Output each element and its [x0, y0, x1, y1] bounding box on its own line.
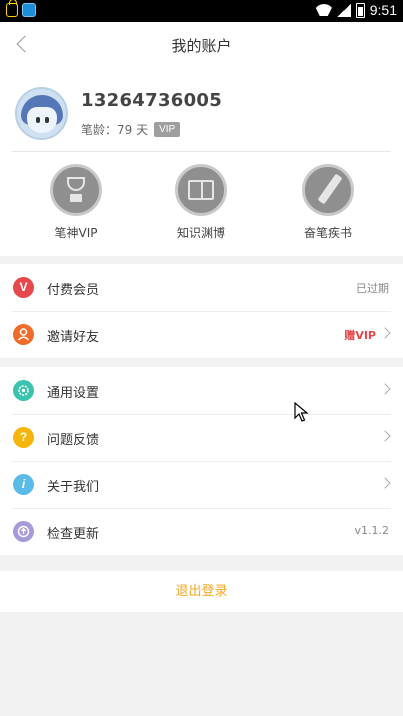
row-label: 关于我们 — [47, 480, 100, 495]
row-label: 付费会员 — [47, 283, 100, 298]
settings-section: 通用设置 ? 问题反馈 i 关于我们 检查更新 v1.1.2 — [0, 367, 403, 555]
chevron-right-icon — [379, 477, 391, 489]
lock-icon — [6, 0, 18, 17]
row-general-settings[interactable]: 通用设置 — [0, 367, 403, 414]
membership-section: V 付费会员 已过期 邀请好友 赠VIP — [0, 264, 403, 358]
person-icon — [13, 324, 34, 345]
page-title: 我的账户 — [171, 37, 232, 55]
achievement-list: 笔神VIP 知识渊博 奋笔疾书 — [0, 164, 403, 244]
row-check-update[interactable]: 检查更新 v1.1.2 — [0, 508, 403, 555]
avatar[interactable] — [15, 87, 68, 140]
status-bar: 9:51 — [0, 0, 403, 22]
vip-v-icon: V — [13, 277, 34, 298]
row-feedback[interactable]: ? 问题反馈 — [0, 414, 403, 461]
wifi-icon — [316, 4, 332, 16]
row-label: 问题反馈 — [47, 433, 100, 448]
app-version: v1.1.2 — [354, 524, 390, 537]
row-label: 检查更新 — [47, 527, 100, 542]
membership-status: 已过期 — [356, 282, 389, 295]
chevron-right-icon — [379, 430, 391, 442]
row-about-us[interactable]: i 关于我们 — [0, 461, 403, 508]
pen-icon — [302, 164, 354, 216]
feature-writing[interactable]: 奋笔疾书 — [278, 164, 378, 241]
row-label: 邀请好友 — [47, 330, 100, 345]
row-label: 通用设置 — [47, 386, 100, 401]
feature-label: 笔神VIP — [54, 226, 98, 240]
chevron-right-icon — [379, 327, 391, 339]
trophy-icon — [50, 164, 102, 216]
battery-icon — [355, 2, 365, 18]
pen-age-row: 笔龄：79 天 VIP — [81, 121, 181, 138]
divider — [12, 151, 391, 152]
chevron-right-icon — [379, 383, 391, 395]
status-time: 9:51 — [369, 2, 397, 18]
gear-icon — [13, 380, 34, 401]
user-phone: 13264736005 — [81, 90, 223, 111]
feature-knowledge[interactable]: 知识渊博 — [151, 164, 251, 241]
update-icon — [13, 521, 34, 542]
signal-icon — [336, 3, 351, 17]
question-icon: ? — [13, 427, 34, 448]
vip-badge: VIP — [154, 122, 181, 137]
book-icon — [175, 164, 227, 216]
logout-button[interactable]: 退出登录 — [0, 571, 403, 612]
row-paid-membership[interactable]: V 付费会员 已过期 — [0, 264, 403, 311]
header: 我的账户 — [0, 22, 403, 68]
pen-age-label: 笔龄：79 天 — [81, 123, 149, 137]
feature-label: 知识渊博 — [176, 226, 225, 240]
profile-card: 13264736005 笔龄：79 天 VIP 笔神VIP 知识渊博 奋笔疾书 — [0, 68, 403, 256]
invite-reward: 赠VIP — [344, 329, 376, 342]
info-icon: i — [13, 474, 34, 495]
row-invite-friends[interactable]: 邀请好友 赠VIP — [0, 311, 403, 358]
app-icon — [22, 3, 36, 17]
feature-vip[interactable]: 笔神VIP — [26, 164, 126, 241]
feature-label: 奋笔疾书 — [303, 226, 352, 240]
